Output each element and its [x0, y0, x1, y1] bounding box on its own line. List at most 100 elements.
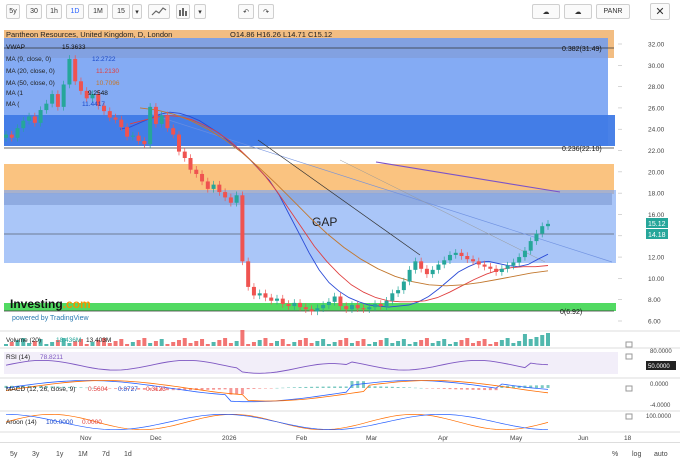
- range-bar: 5y 3y 1y 1M 7d 1d % log auto: [0, 442, 680, 473]
- ma100-label: MA (1: [6, 90, 23, 97]
- macd-bar: [431, 388, 435, 389]
- volume-bar: [522, 334, 527, 346]
- macd-value-1: 0.5604: [88, 386, 108, 393]
- candle-body: [217, 184, 222, 193]
- candle-body: [378, 303, 383, 307]
- cloud-save-icon[interactable]: ☁: [564, 4, 592, 19]
- candle-body: [228, 197, 233, 203]
- volume-bar: [217, 340, 222, 346]
- macd-bar: [240, 388, 244, 395]
- macd-bar: [114, 388, 118, 389]
- candle-body: [200, 173, 205, 182]
- volume-bar: [546, 333, 550, 346]
- macd-bar: [448, 388, 452, 390]
- indicator-dropdown[interactable]: ▾: [194, 4, 206, 19]
- range-3y[interactable]: 3y: [32, 451, 39, 458]
- toolbar-button-1d[interactable]: 1D: [66, 4, 84, 19]
- ma200-value: 11.4417: [82, 101, 105, 108]
- candle-body: [298, 302, 303, 308]
- investing-logo: Investing.com: [10, 297, 91, 311]
- candle-body: [396, 290, 401, 294]
- macd-bar: [246, 388, 250, 390]
- macd-bar: [275, 387, 279, 389]
- volume-bar: [303, 338, 308, 346]
- candle-body: [407, 269, 412, 282]
- volume-bar: [373, 342, 378, 346]
- range-5y[interactable]: 5y: [10, 451, 17, 458]
- macd-bar: [287, 387, 291, 388]
- redo-icon[interactable]: ↷: [258, 4, 274, 19]
- price-tick-label: 30.00: [648, 63, 665, 70]
- candle-body: [275, 298, 279, 301]
- ma50-label: MA (50, close, 0): [6, 80, 55, 87]
- range-1y[interactable]: 1y: [56, 451, 63, 458]
- range-1d[interactable]: 1d: [124, 451, 132, 458]
- percent-toggle[interactable]: %: [612, 451, 618, 458]
- macd-label: MACD (12, 26, close, 9): [6, 386, 75, 393]
- candle-body: [482, 264, 487, 267]
- volume-bar: [534, 337, 539, 346]
- candle-body: [136, 135, 141, 141]
- price-chart[interactable]: 0.382(31.49) 0.236(22.10) 0(6.92) GAP 32…: [0, 24, 680, 442]
- volume-bar: [361, 339, 366, 346]
- symbol-button[interactable]: PANR: [596, 4, 630, 19]
- volume-bar: [176, 340, 181, 346]
- toolbar-button-5y[interactable]: 5y: [6, 4, 20, 19]
- volume-bar: [459, 340, 464, 346]
- volume-bar: [171, 342, 176, 346]
- candle-body: [476, 261, 481, 265]
- toolbar-dropdown[interactable]: ▾: [132, 4, 142, 19]
- volume-bar: [298, 340, 303, 346]
- candle-body: [344, 306, 349, 310]
- cloud-icon[interactable]: ☁: [532, 4, 560, 19]
- macd-bar: [315, 386, 319, 388]
- macd-bar: [471, 388, 475, 390]
- candle-body: [251, 286, 256, 296]
- volume-bar: [430, 343, 435, 346]
- candle-body: [153, 106, 158, 124]
- volume-bar: [188, 343, 193, 346]
- macd-bar: [223, 388, 227, 390]
- auto-toggle[interactable]: auto: [654, 451, 668, 458]
- undo-icon[interactable]: ↶: [238, 4, 254, 19]
- volume-bar: [494, 342, 499, 346]
- time-tick-label: Dec: [150, 435, 162, 442]
- candle-body: [390, 293, 395, 301]
- volume-value-2: 13.403M: [86, 337, 111, 344]
- fib-label-0382: 0.382(31.49): [562, 46, 602, 53]
- volume-bar: [153, 341, 158, 346]
- volume-bar: [326, 344, 331, 346]
- aroon-value-2: 0.0000: [82, 419, 102, 426]
- macd-bar: [344, 386, 348, 388]
- close-icon[interactable]: ✕: [650, 3, 670, 20]
- macd-bar: [488, 388, 492, 391]
- volume-bar: [419, 340, 424, 346]
- macd-bar: [373, 386, 377, 388]
- volume-bar: [257, 340, 262, 346]
- range-7d[interactable]: 7d: [102, 451, 110, 458]
- candle-body: [436, 264, 441, 270]
- macd-bar: [235, 388, 239, 395]
- volume-bar: [280, 339, 285, 346]
- macd-bar: [546, 385, 550, 388]
- toolbar-button-1h[interactable]: 1h: [46, 4, 62, 19]
- toolbar-button-30[interactable]: 30: [26, 4, 42, 19]
- candle-body: [240, 195, 245, 262]
- fib-label-0: 0(6.92): [560, 309, 582, 316]
- toolbar-button-15[interactable]: 15: [112, 4, 130, 19]
- candle-body: [165, 115, 170, 129]
- candle-body: [517, 257, 522, 263]
- volume-bar: [286, 344, 291, 346]
- powered-by: powered by TradingView: [12, 315, 89, 322]
- time-tick-label: Nov: [80, 435, 92, 442]
- volume-bar: [338, 340, 343, 346]
- chart-type-icon[interactable]: [148, 4, 170, 19]
- macd-bar: [379, 386, 383, 388]
- indicators-icon[interactable]: [176, 4, 190, 19]
- time-tick-label: 2026: [222, 435, 237, 442]
- candle-body: [471, 259, 476, 262]
- log-toggle[interactable]: log: [632, 451, 641, 458]
- volume-bar: [349, 343, 354, 346]
- toolbar-button-1m[interactable]: 1M: [88, 4, 108, 19]
- range-1m[interactable]: 1M: [78, 451, 88, 458]
